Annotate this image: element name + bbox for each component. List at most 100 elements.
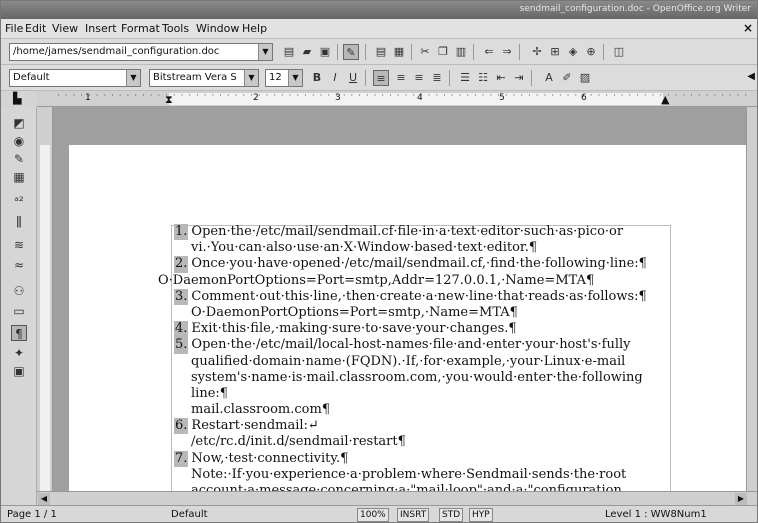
font-color-icon[interactable]: A (541, 70, 557, 86)
document-line[interactable]: vi.·You·can·also·use·an·X·Window·based·t… (174, 240, 647, 256)
chevron-down-icon[interactable]: ▼ (244, 70, 258, 86)
hyperlink-mode-indicator[interactable]: HYP (469, 508, 493, 522)
menu-file[interactable]: File (5, 22, 23, 35)
document-line[interactable]: O·DaemonPortOptions=Port=smtp,·Name=MTA¶ (174, 305, 647, 321)
zoom-indicator[interactable]: 100% (357, 508, 389, 522)
document-line[interactable]: 2. Once·you·have·opened·/etc/mail/sendmai… (174, 256, 647, 273)
navigator-box-icon[interactable]: ▣ (11, 363, 27, 379)
document-line[interactable]: O·DaemonPortOptions=Port=smtp,Addr=127.0… (158, 273, 647, 289)
document-line[interactable]: 5. Open·the·/etc/mail/local-host-names·fi… (174, 337, 647, 354)
decrease-indent-icon[interactable]: ⇤ (493, 70, 509, 86)
document-line[interactable]: 1. Open·the·/etc/mail/sendmail.cf·file·in… (174, 224, 647, 241)
scroll-right-icon[interactable]: ▶ (735, 493, 747, 505)
print-icon[interactable]: ▦ (391, 44, 407, 60)
tab-stop-icon[interactable]: ▙ (13, 92, 21, 105)
menu-view[interactable]: View (52, 22, 78, 35)
page-style-indicator[interactable]: Default (171, 509, 208, 520)
edit-mode-icon[interactable]: ✎ (343, 44, 359, 60)
find-replace-icon[interactable]: ≋ (11, 237, 27, 253)
document-line[interactable]: line:¶ (174, 386, 647, 402)
chevron-down-icon[interactable]: ▼ (258, 44, 272, 60)
horizontal-scrollbar[interactable]: ◀ ▶ (37, 491, 757, 505)
web-layout-icon[interactable]: ✦ (11, 345, 27, 361)
document-line[interactable]: qualified·domain·name·(FQDN).·If,·for·ex… (174, 354, 647, 370)
frame-icon[interactable]: ▭ (11, 303, 27, 319)
align-left-icon[interactable]: ≡ (373, 70, 389, 86)
save-icon[interactable]: ▣ (317, 44, 333, 60)
chevron-down-icon[interactable]: ▼ (126, 70, 140, 86)
font-size-combo[interactable]: 12 ▼ (265, 69, 303, 87)
document-line[interactable]: 6. Restart·sendmail:↵ (174, 418, 647, 435)
export-pdf-icon[interactable]: ▤ (373, 44, 389, 60)
show-draw-functions-icon[interactable]: ◈ (565, 44, 581, 60)
paste-icon[interactable]: ▥ (453, 44, 469, 60)
horizontal-ruler[interactable]: · · · · · · · · · · · · · · · · · · · · … (37, 91, 757, 107)
right-indent-marker-icon[interactable]: ▲ (661, 93, 669, 106)
font-name-combo[interactable]: Bitstream Vera S ▼ (149, 69, 259, 87)
new-document-icon[interactable]: ▤ (281, 44, 297, 60)
document-line[interactable]: 3. Comment·out·this·line,·then·create·a·n… (174, 288, 647, 305)
table-icon[interactable]: ⊞ (547, 44, 563, 60)
scroll-left-icon[interactable]: ◀ (38, 493, 50, 505)
italic-icon[interactable]: I (327, 70, 343, 86)
select-icon[interactable]: ◩ (11, 115, 27, 131)
menu-help[interactable]: Help (242, 22, 267, 35)
navigator-icon[interactable]: ⊕ (583, 44, 599, 60)
document-line[interactable]: mail.classroom.com¶ (174, 402, 647, 418)
binoculars-icon[interactable]: ⚇ (11, 283, 27, 299)
line-text: line:¶ (191, 385, 229, 401)
justify-icon[interactable]: ≣ (429, 70, 445, 86)
separator (519, 44, 520, 60)
document-area[interactable]: 1. Open·the·/etc/mail/sendmail.cf·file·in… (53, 107, 746, 491)
spellcheck-icon[interactable]: ᵃ² (11, 193, 27, 209)
document-line[interactable]: /etc/rc.d/init.d/sendmail·restart¶ (174, 434, 647, 450)
underline-icon[interactable]: U (345, 70, 361, 86)
chevron-down-icon[interactable]: ▼ (288, 70, 302, 86)
menu-window[interactable]: Window (196, 22, 239, 35)
document-line[interactable]: Note:·If·you·experience·a·problem·where·… (174, 467, 647, 483)
document-line[interactable]: system's·name·is·mail.classroom.com,·you… (174, 370, 647, 386)
increase-indent-icon[interactable]: ⇥ (511, 70, 527, 86)
ruler-dots: · · · · · · · · · · · · · · · · · · · · … (57, 91, 747, 101)
open-file-icon[interactable]: ▰ (299, 44, 315, 60)
load-url-combo[interactable]: /home/james/sendmail_configuration.doc ▼ (9, 43, 273, 61)
vertical-scrollbar[interactable] (746, 107, 757, 491)
menu-edit[interactable]: Edit (25, 22, 46, 35)
document-text[interactable]: 1. Open·the·/etc/mail/sendmail.cf·file·in… (158, 224, 647, 491)
selection-mode-indicator[interactable]: STD (439, 508, 464, 522)
gallery-icon[interactable]: ◫ (611, 44, 627, 60)
bold-icon[interactable]: B (309, 70, 325, 86)
align-right-icon[interactable]: ≡ (411, 70, 427, 86)
insert-table-icon[interactable]: ◉ (11, 133, 27, 149)
menu-tools[interactable]: Tools (162, 22, 189, 35)
menu-bar: File Edit View Insert Format Tools Windo… (1, 19, 757, 39)
page-indicator[interactable]: Page 1 / 1 (7, 509, 57, 520)
toolbar-overflow-icon[interactable]: ◀ (747, 71, 755, 82)
bullets-icon[interactable]: ☷ (475, 70, 491, 86)
autospellcheck-icon[interactable]: ǁ (11, 213, 27, 229)
cut-icon[interactable]: ✂ (417, 44, 433, 60)
highlighting-icon[interactable]: ✐ (559, 70, 575, 86)
undo-icon[interactable]: ⇐ (481, 44, 497, 60)
document-line[interactable]: 7. Now,·test·connectivity.¶ (174, 450, 647, 467)
document-line[interactable]: account·a·message·concerning·a·"mail·loo… (174, 483, 647, 491)
insert-fields-icon[interactable]: ▦ (11, 169, 27, 185)
align-center-icon[interactable]: ≡ (393, 70, 409, 86)
document-line[interactable]: 4. Exit·this·file,·making·sure·to·save·yo… (174, 321, 647, 338)
menu-format[interactable]: Format (121, 22, 160, 35)
data-sources-icon[interactable]: ≈ (11, 257, 27, 273)
copy-icon[interactable]: ❐ (435, 44, 451, 60)
separator (449, 70, 450, 86)
close-document-icon[interactable]: × (743, 21, 753, 35)
hyperlink-icon[interactable]: ✢ (529, 44, 545, 60)
redo-icon[interactable]: ⇒ (499, 44, 515, 60)
separator (531, 70, 532, 86)
insert-object-icon[interactable]: ✎ (11, 151, 27, 167)
background-color-icon[interactable]: ▨ (577, 70, 593, 86)
left-indent-marker-icon[interactable]: ⧗ (165, 93, 173, 107)
paragraph-style-combo[interactable]: Default ▼ (9, 69, 141, 87)
insert-mode-indicator[interactable]: INSRT (397, 508, 430, 522)
numbering-icon[interactable]: ☰ (457, 70, 473, 86)
menu-insert[interactable]: Insert (85, 22, 117, 35)
formatting-marks-icon[interactable]: ¶ (11, 325, 27, 341)
